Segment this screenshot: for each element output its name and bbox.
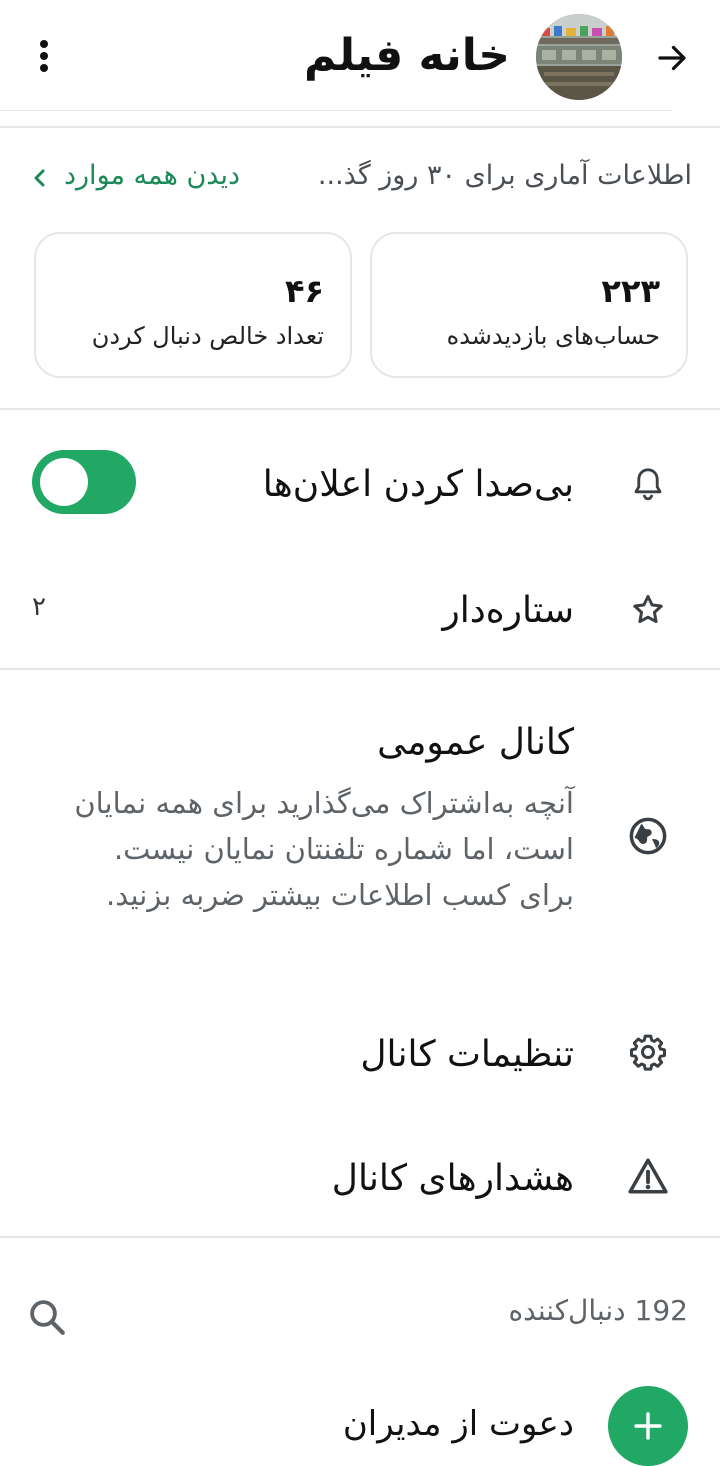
stat-label: تعداد خالص دنبال کردن bbox=[91, 322, 324, 350]
stat-card-net-follows[interactable]: ۴۶ تعداد خالص دنبال کردن bbox=[34, 232, 352, 378]
toggle-knob bbox=[40, 458, 88, 506]
arrow-right-icon bbox=[658, 45, 686, 71]
section-divider bbox=[0, 126, 720, 128]
channel-alerts-label: هشدارهای کانال bbox=[331, 1158, 574, 1199]
section-divider bbox=[0, 1236, 720, 1238]
channel-settings-label: تنظیمات کانال bbox=[360, 1034, 574, 1075]
mute-toggle[interactable] bbox=[32, 450, 136, 514]
channel-settings-row[interactable]: تنظیمات کانال bbox=[0, 1000, 720, 1110]
search-button[interactable] bbox=[26, 1296, 70, 1340]
channel-title: خانه فیلم bbox=[304, 30, 510, 81]
mute-label: بی‌صدا کردن اعلان‌ها bbox=[262, 464, 574, 505]
app-header: خانه فیلم bbox=[0, 0, 720, 112]
stat-card-visited[interactable]: ۲۲۳ حساب‌های بازدیدشده bbox=[370, 232, 688, 378]
header-divider bbox=[0, 110, 672, 111]
stat-label: حساب‌های بازدیدشده bbox=[446, 322, 660, 350]
section-divider bbox=[0, 408, 720, 410]
chevron-left-icon bbox=[34, 169, 45, 187]
stat-value: ۴۶ bbox=[284, 272, 324, 310]
avatar-image bbox=[536, 14, 622, 100]
stats-description: اطلاعات آماری برای ۳۰ روز گذ... bbox=[317, 160, 692, 191]
channel-alerts-row[interactable]: هشدارهای کانال bbox=[0, 1124, 720, 1232]
back-button[interactable] bbox=[648, 36, 696, 80]
invite-admins-label: دعوت از مدیران bbox=[342, 1404, 574, 1444]
more-vertical-icon bbox=[40, 40, 48, 72]
star-icon bbox=[626, 588, 670, 632]
public-channel-description: آنچه به‌اشتراک می‌گذارید برای همه نمایان… bbox=[74, 786, 574, 912]
see-all-label: دیدن همه موارد bbox=[64, 160, 241, 191]
warning-icon bbox=[626, 1154, 670, 1198]
channel-avatar[interactable] bbox=[536, 14, 622, 100]
gear-icon bbox=[626, 1030, 670, 1074]
followers-count-label: 192 دنبال‌کننده bbox=[508, 1294, 688, 1327]
section-divider bbox=[0, 668, 720, 670]
stat-value: ۲۲۳ bbox=[601, 272, 660, 310]
more-options-button[interactable] bbox=[22, 34, 66, 78]
public-channel-title: کانال عمومی bbox=[377, 722, 574, 763]
starred-row[interactable]: ستاره‌دار ۲ bbox=[0, 560, 720, 664]
bell-icon bbox=[626, 462, 670, 506]
starred-label: ستاره‌دار bbox=[442, 590, 574, 631]
starred-count: ۲ bbox=[32, 592, 46, 622]
invite-admins-button[interactable] bbox=[608, 1386, 688, 1466]
globe-icon bbox=[624, 812, 672, 860]
plus-icon bbox=[634, 1412, 662, 1440]
search-icon bbox=[30, 1300, 65, 1335]
